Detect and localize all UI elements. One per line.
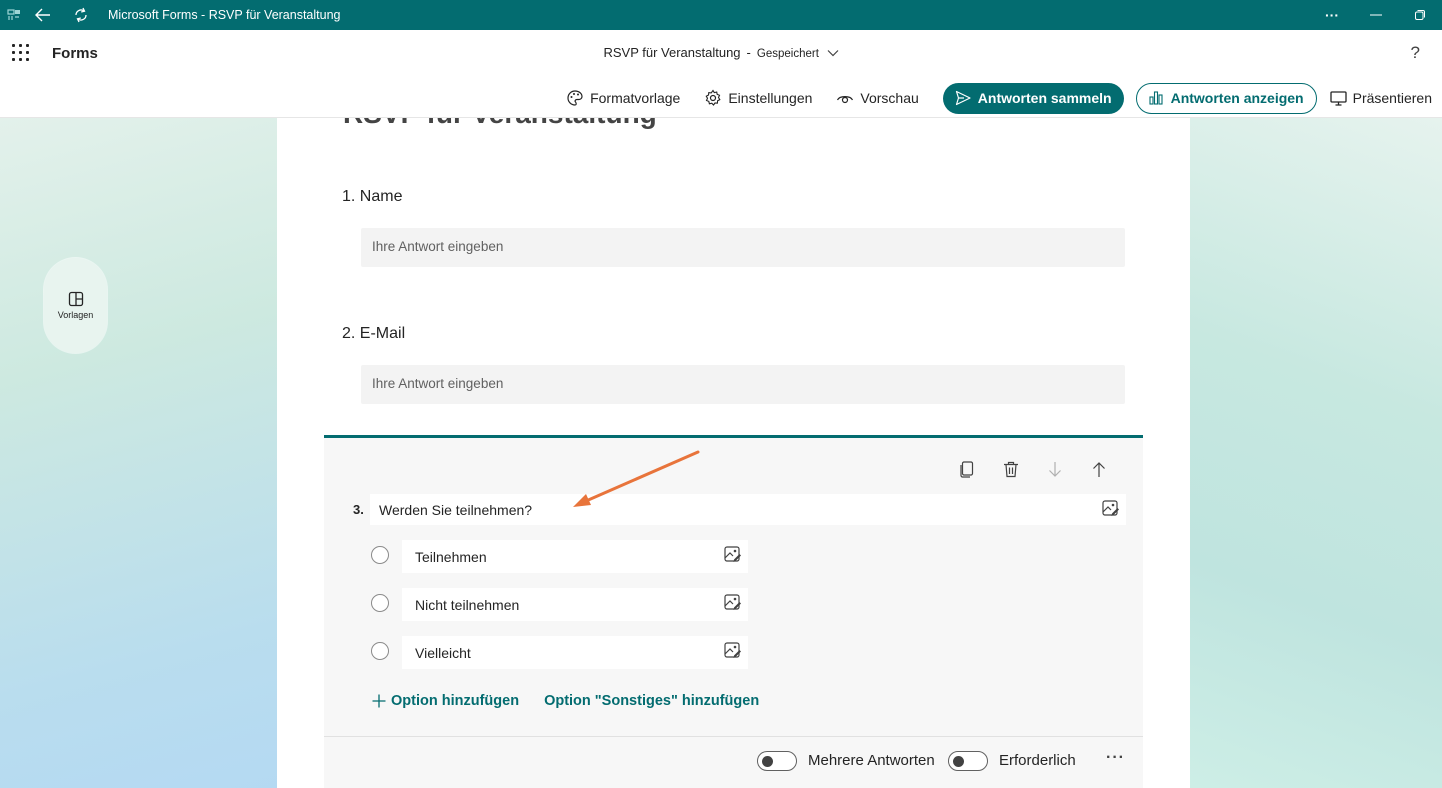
option-row: Teilnehmen	[370, 540, 750, 574]
collect-label: Antworten sammeln	[977, 90, 1112, 106]
question-2-number: 2.	[342, 325, 356, 342]
settings-button[interactable]: Einstellungen	[704, 89, 812, 107]
required-toggle[interactable]	[948, 751, 988, 771]
add-option-button[interactable]: Option hinzufügen	[372, 693, 519, 709]
option-1-media-button[interactable]	[724, 546, 742, 567]
option-2-media-button[interactable]	[724, 594, 742, 615]
window-title: Microsoft Forms - RSVP für Veranstaltung	[108, 8, 341, 22]
more-icon: ···	[1325, 7, 1339, 23]
question-1-answer-input[interactable]: Ihre Antwort eingeben	[361, 228, 1125, 267]
saved-status: Gespeichert	[756, 48, 819, 60]
question-1-label[interactable]: 1. Name	[342, 188, 402, 206]
question-2-answer-input[interactable]: Ihre Antwort eingeben	[361, 365, 1125, 404]
move-down-button[interactable]	[1033, 458, 1077, 480]
toolbar: Formatvorlage Einstellungen Vorschau Ant…	[542, 82, 1432, 114]
question-3-number: 3.	[353, 502, 364, 517]
question-1-number: 1.	[342, 188, 356, 205]
multiple-answers-toggle[interactable]	[757, 751, 797, 771]
option-2-text: Nicht teilnehmen	[415, 597, 520, 613]
option-1-radio[interactable]	[371, 546, 389, 564]
monitor-icon	[1329, 91, 1347, 106]
view-responses-label: Antworten anzeigen	[1170, 90, 1304, 106]
back-arrow-icon[interactable]	[24, 0, 62, 30]
question-2-label[interactable]: 2. E-Mail	[342, 325, 405, 343]
add-option-label: Option hinzufügen	[391, 693, 520, 709]
option-1-input[interactable]: Teilnehmen	[402, 540, 748, 573]
view-responses-button[interactable]: Antworten anzeigen	[1135, 82, 1317, 114]
window-more-button[interactable]: ···	[1310, 0, 1354, 30]
active-question-editor: 3. Werden Sie teilnehmen? Teilnehmen Nic…	[324, 435, 1143, 788]
option-3-radio[interactable]	[371, 642, 389, 660]
settings-label: Einstellungen	[728, 90, 813, 106]
document-title-area[interactable]: RSVP für Veranstaltung - Gespeichert	[0, 45, 1442, 60]
insert-media-button[interactable]	[1102, 500, 1120, 521]
question-3-text: Werden Sie teilnehmen?	[379, 502, 533, 518]
app-icon	[4, 0, 24, 30]
plus-icon	[372, 694, 386, 708]
copy-question-button[interactable]	[945, 458, 989, 480]
background-right	[1190, 118, 1442, 788]
help-icon[interactable]: ?	[1411, 43, 1420, 63]
templates-label: Vorlagen	[57, 310, 94, 320]
option-2-input[interactable]: Nicht teilnehmen	[402, 588, 748, 621]
required-label: Erforderlich	[999, 752, 1076, 769]
add-other-option-button[interactable]: Option "Sonstiges" hinzufügen	[544, 693, 759, 709]
move-up-button[interactable]	[1077, 458, 1121, 480]
question-2-text: E-Mail	[359, 325, 406, 342]
multiple-answers-label: Mehrere Antworten	[808, 752, 935, 769]
templates-button[interactable]: Vorlagen	[44, 258, 107, 353]
style-label: Formatvorlage	[590, 90, 681, 106]
bar-chart-icon	[1149, 91, 1163, 105]
question-1-text: Name	[359, 188, 403, 205]
add-option-row: Option hinzufügen Option "Sonstiges" hin…	[372, 693, 759, 709]
present-label: Präsentieren	[1352, 90, 1432, 106]
question-tools	[945, 458, 1121, 480]
delete-question-button[interactable]	[989, 458, 1033, 480]
app-header: Forms RSVP für Veranstaltung - Gespeichert…	[0, 30, 1442, 118]
palette-icon	[567, 90, 583, 106]
refresh-icon[interactable]	[62, 0, 100, 30]
image-edit-icon	[1102, 500, 1119, 516]
image-edit-icon	[724, 594, 741, 610]
option-row: Nicht teilnehmen	[370, 588, 750, 622]
form-title[interactable]: RSVP für Veranstaltung	[343, 118, 657, 130]
title-separator: -	[746, 45, 751, 60]
restore-button[interactable]	[1398, 0, 1442, 30]
send-icon	[955, 90, 971, 106]
option-3-input[interactable]: Vielleicht	[402, 636, 748, 669]
arrow-up-icon	[1093, 461, 1105, 477]
option-row: Vielleicht	[370, 636, 750, 670]
option-3-media-button[interactable]	[724, 642, 742, 663]
question-3-text-input[interactable]: Werden Sie teilnehmen?	[370, 494, 1126, 525]
gear-icon	[705, 89, 721, 106]
preview-label: Vorschau	[860, 90, 919, 106]
chevron-down-icon	[827, 50, 838, 57]
window-titlebar: Microsoft Forms - RSVP für Veranstaltung…	[0, 0, 1442, 30]
preview-button[interactable]: Vorschau	[836, 90, 919, 106]
document-title: RSVP für Veranstaltung	[603, 45, 741, 60]
question-footer: Mehrere Antworten Erforderlich ···	[324, 736, 1143, 788]
option-2-radio[interactable]	[371, 594, 389, 612]
copy-icon	[960, 460, 974, 478]
collect-responses-button[interactable]: Antworten sammeln	[942, 82, 1124, 114]
present-button[interactable]: Präsentieren	[1329, 90, 1432, 106]
style-button[interactable]: Formatvorlage	[566, 89, 680, 107]
option-1-text: Teilnehmen	[415, 549, 487, 565]
layout-icon	[68, 291, 83, 307]
option-3-text: Vielleicht	[415, 645, 471, 661]
minimize-button[interactable]	[1354, 0, 1398, 30]
eye-icon	[837, 96, 854, 104]
trash-icon	[1004, 461, 1018, 477]
image-edit-icon	[724, 546, 741, 562]
question-more-button[interactable]: ···	[1106, 749, 1125, 767]
image-edit-icon	[724, 642, 741, 658]
form-card: RSVP für Veranstaltung 1. Name Ihre Antw…	[277, 118, 1190, 788]
arrow-down-icon	[1049, 461, 1061, 477]
